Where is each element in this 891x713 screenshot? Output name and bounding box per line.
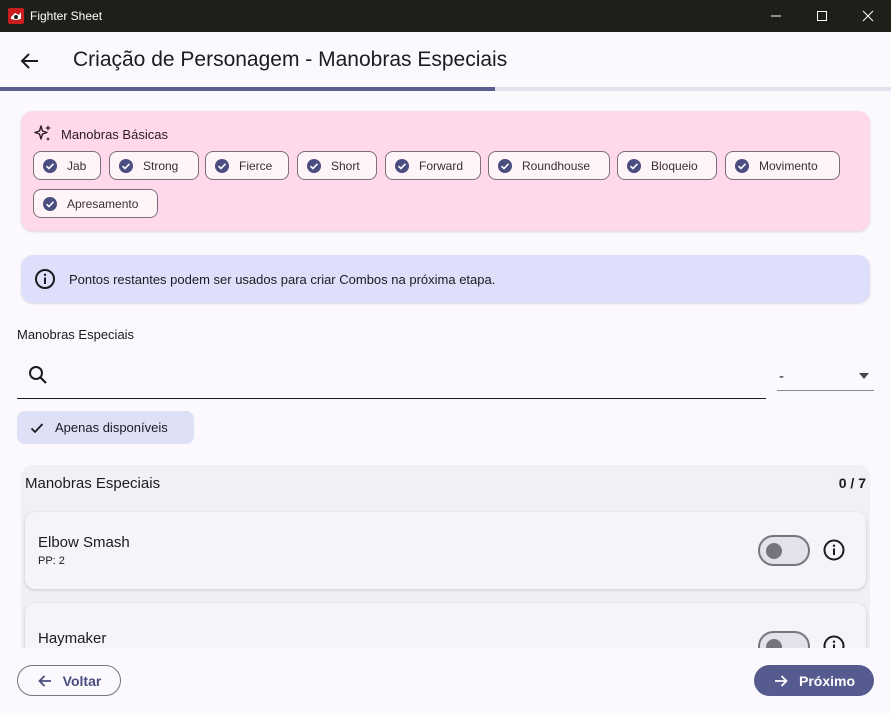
check-circle-icon [43,158,57,173]
dropdown-arrow-icon [859,373,869,379]
chip-label: Strong [143,158,179,173]
maximize-button[interactable] [799,0,845,32]
next-button-label: Próximo [798,672,855,689]
basic-chip-fierce[interactable]: Fierce [205,151,289,180]
check-circle-icon [307,158,321,173]
back-arrow-icon[interactable] [18,49,42,73]
selected-count: 0 / 7 [838,475,866,491]
chip-label: Apresamento [67,196,139,211]
maneuver-toggle[interactable] [758,535,810,566]
chip-label: Movimento [759,158,818,173]
check-icon [30,422,44,433]
basic-chip-jab[interactable]: Jab [33,151,101,180]
available-only-filter-chip[interactable]: Apenas disponíveis [17,411,194,444]
check-circle-icon [215,158,229,173]
search-icon [29,366,47,384]
maneuver-pp: PP: 2 [38,555,65,567]
step-progress-fill [0,87,495,91]
info-outline-icon[interactable] [822,634,846,648]
sparkle-icon [34,125,51,141]
list-item[interactable]: Elbow Smash PP: 2 [25,512,866,589]
search-input[interactable] [59,362,759,390]
info-outline-icon[interactable] [822,538,846,562]
chip-label: Jab [67,158,87,173]
list-title: Manobras Especiais [25,475,161,492]
bottom-nav-bar: Voltar Próximo [0,648,891,713]
maximize-icon [817,11,827,21]
minimize-button[interactable] [753,0,799,32]
window-title: Fighter Sheet [30,9,103,23]
info-icon [35,269,55,289]
arrow-right-icon [774,674,788,687]
available-only-label: Apenas disponíveis [55,420,168,435]
search-field[interactable] [17,356,766,399]
check-circle-icon [498,158,512,173]
basic-chip-movimento[interactable]: Movimento [725,151,840,180]
check-circle-icon [119,158,133,173]
step-progress-bar [0,87,891,91]
check-circle-icon [43,196,57,211]
basic-chip-roundhouse[interactable]: Roundhouse [488,151,610,180]
page-title: Criação de Personagem - Manobras Especia… [73,48,508,71]
maneuver-name: Elbow Smash [38,534,130,551]
window-titlebar: Fighter Sheet [0,0,891,32]
maneuver-toggle[interactable] [758,631,810,648]
basic-maneuvers-title: Manobras Básicas [61,126,168,142]
basic-chip-apresamento[interactable]: Apresamento [33,189,158,218]
basic-chip-short[interactable]: Short [297,151,377,180]
check-circle-icon [735,158,749,173]
info-banner: Pontos restantes podem ser usados para c… [21,255,870,303]
close-icon [862,10,874,22]
app-logo-icon [8,8,24,24]
close-window-button[interactable] [845,0,891,32]
arrow-left-icon [37,674,51,687]
check-circle-icon [627,158,641,173]
special-maneuvers-list[interactable]: Manobras Especiais 0 / 7 Elbow Smash PP:… [21,465,870,648]
filter-selected-value: - [779,368,784,385]
back-button[interactable]: Voltar [17,665,121,696]
basic-chip-forward[interactable]: Forward [385,151,481,180]
check-circle-icon [395,158,409,173]
special-section-label: Manobras Especiais [17,327,135,342]
app-bar: Criação de Personagem - Manobras Especia… [0,32,891,89]
back-button-label: Voltar [62,672,102,689]
maneuver-name: Haymaker [38,630,107,647]
chip-label: Forward [419,158,464,173]
category-filter-select[interactable]: - [777,362,874,391]
chip-label: Bloqueio [651,158,698,173]
chip-label: Short [331,158,360,173]
basic-maneuvers-card: Manobras Básicas Jab Strong Fierce Short… [21,111,870,231]
basic-chip-strong[interactable]: Strong [109,151,199,180]
basic-chip-bloqueio[interactable]: Bloqueio [617,151,717,180]
info-text: Pontos restantes podem ser usados para c… [69,272,496,287]
next-button[interactable]: Próximo [754,665,874,696]
chip-label: Fierce [239,158,273,173]
list-item[interactable]: Haymaker [25,603,866,648]
chip-label: Roundhouse [522,158,591,173]
minimize-icon [771,15,781,17]
